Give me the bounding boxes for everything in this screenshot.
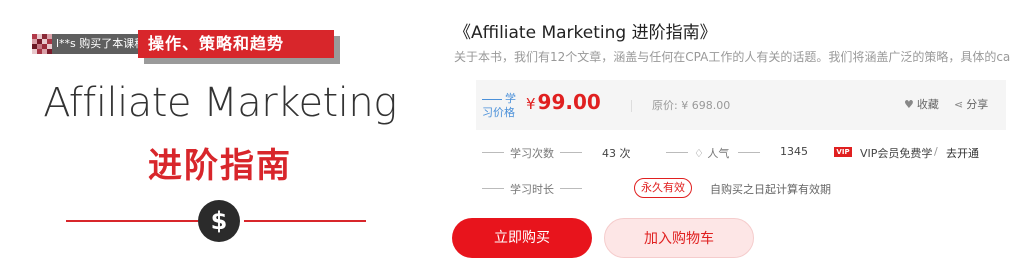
course-card: l**s 购买了本课程 操作、策略和趋势 Affiliate Marketing… bbox=[0, 0, 1024, 268]
price-label: 学 习价格 bbox=[482, 92, 516, 120]
buy-now-button[interactable]: 立即购买 bbox=[452, 218, 592, 258]
vip-separator: / bbox=[934, 145, 938, 158]
duration-note: 自购买之日起计算有效期 bbox=[710, 183, 831, 196]
currency-symbol: ¥ bbox=[526, 95, 536, 113]
price-label-line2: 习价格 bbox=[482, 106, 515, 119]
purchase-notification: l**s 购买了本课程 bbox=[52, 34, 152, 54]
price-label-line1: 学 bbox=[505, 92, 516, 105]
favorite-button[interactable]: ♥ 收藏 bbox=[904, 96, 939, 112]
vip-text: VIP会员免费学 bbox=[860, 147, 933, 160]
popularity-value: 1345 bbox=[780, 145, 808, 158]
label-dash bbox=[482, 188, 504, 189]
share-button[interactable]: ⋖ 分享 bbox=[954, 96, 988, 112]
popularity-label: ♢ 人气 bbox=[694, 145, 729, 161]
course-info: 《Affiliate Marketing 进阶指南》 关于本书，我们有12个文章… bbox=[440, 0, 1024, 268]
cover-divider-right bbox=[244, 220, 366, 222]
cover-divider-left bbox=[66, 220, 198, 222]
share-icon: ⋖ bbox=[954, 98, 964, 111]
favorite-label: 收藏 bbox=[916, 98, 939, 111]
price-separator bbox=[631, 100, 632, 112]
heart-icon: ♥ bbox=[904, 98, 914, 111]
label-dash bbox=[560, 152, 582, 153]
cover-subtitle: 进阶指南 bbox=[148, 146, 292, 186]
label-dash bbox=[560, 188, 582, 189]
price-value: 99.00 bbox=[537, 90, 601, 114]
current-price: ¥99.00 bbox=[526, 90, 601, 114]
cover-title: Affiliate Marketing bbox=[43, 80, 397, 126]
label-dash bbox=[482, 152, 504, 153]
cover-banner: 操作、策略和趋势 bbox=[138, 30, 334, 58]
validity-badge: 永久有效 bbox=[634, 178, 692, 198]
price-label-dash bbox=[482, 98, 502, 100]
original-price: 原价: ¥ 698.00 bbox=[652, 99, 731, 112]
popularity-label-text: 人气 bbox=[707, 147, 730, 160]
vip-activate-link[interactable]: 去开通 bbox=[946, 145, 979, 161]
label-dash bbox=[738, 152, 760, 153]
dollar-icon: $ bbox=[198, 200, 240, 242]
study-count-value: 43 次 bbox=[602, 147, 631, 160]
price-box: 学 习价格 ¥99.00 原价: ¥ 698.00 ♥ 收藏 ⋖ 分享 bbox=[476, 80, 1006, 130]
avatar bbox=[32, 34, 52, 54]
course-cover[interactable]: l**s 购买了本课程 操作、策略和趋势 Affiliate Marketing… bbox=[0, 0, 440, 268]
duration-label: 学习时长 bbox=[510, 183, 554, 196]
course-description: 关于本书，我们有12个文章，涵盖与任何在CPA工作的人有关的话题。我们将涵盖广泛… bbox=[454, 50, 1011, 64]
add-to-cart-button[interactable]: 加入购物车 bbox=[604, 218, 754, 258]
share-label: 分享 bbox=[966, 98, 989, 111]
vip-badge: VIP bbox=[834, 147, 852, 157]
course-title: 《Affiliate Marketing 进阶指南》 bbox=[454, 23, 717, 43]
label-dash bbox=[666, 152, 688, 153]
flame-icon: ♢ bbox=[694, 147, 708, 160]
study-count-label: 学习次数 bbox=[510, 147, 554, 160]
